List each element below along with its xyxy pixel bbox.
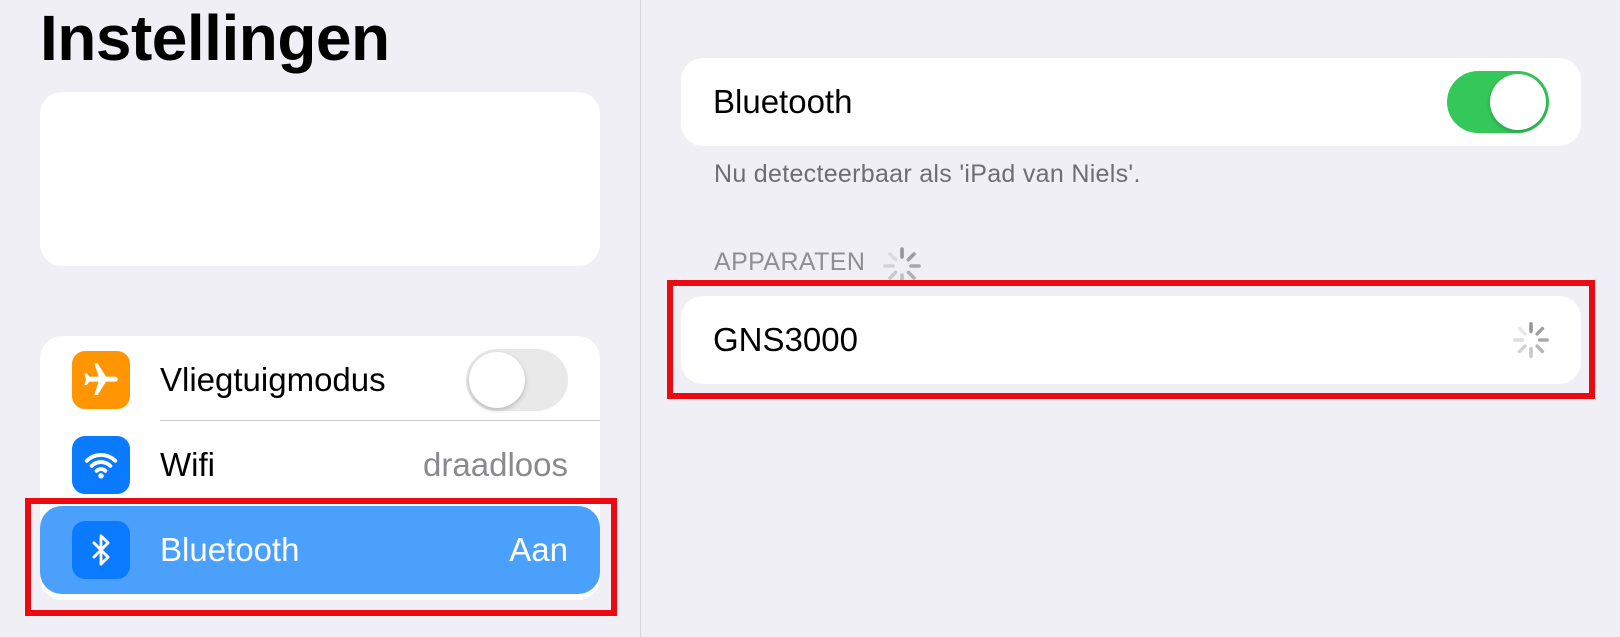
highlight-box-bluetooth xyxy=(25,498,617,616)
wifi-icon xyxy=(72,436,130,494)
page-title: Instellingen xyxy=(40,2,390,74)
airplane-mode-toggle[interactable] xyxy=(466,349,568,411)
devices-header-label: APPARATEN xyxy=(714,248,866,276)
bluetooth-detail-pane: Bluetooth Nu detecteerbaar als 'iPad van… xyxy=(641,0,1620,637)
sidebar-item-label: Wifi xyxy=(160,446,215,483)
devices-section-header: APPARATEN xyxy=(714,248,865,277)
airplane-icon xyxy=(72,351,130,409)
bluetooth-label: Bluetooth xyxy=(713,83,853,120)
bluetooth-toggle-row: Bluetooth xyxy=(681,58,1581,146)
sidebar-item-airplane-mode[interactable]: Vliegtuigmodus xyxy=(40,336,600,424)
toggle-knob xyxy=(469,352,525,408)
settings-sidebar: Instellingen Vliegtuigmodus Wifi draadlo… xyxy=(0,0,640,637)
toggle-knob xyxy=(1490,74,1546,130)
profile-card[interactable] xyxy=(40,92,600,266)
bluetooth-toggle[interactable] xyxy=(1447,71,1549,133)
discoverable-footnote: Nu detecteerbaar als 'iPad van Niels'. xyxy=(714,160,1141,188)
highlight-box-device xyxy=(667,280,1595,399)
sidebar-item-wifi[interactable]: Wifi draadloos xyxy=(40,421,600,509)
sidebar-item-value: draadloos xyxy=(423,446,568,483)
sidebar-item-label: Vliegtuigmodus xyxy=(160,361,386,398)
